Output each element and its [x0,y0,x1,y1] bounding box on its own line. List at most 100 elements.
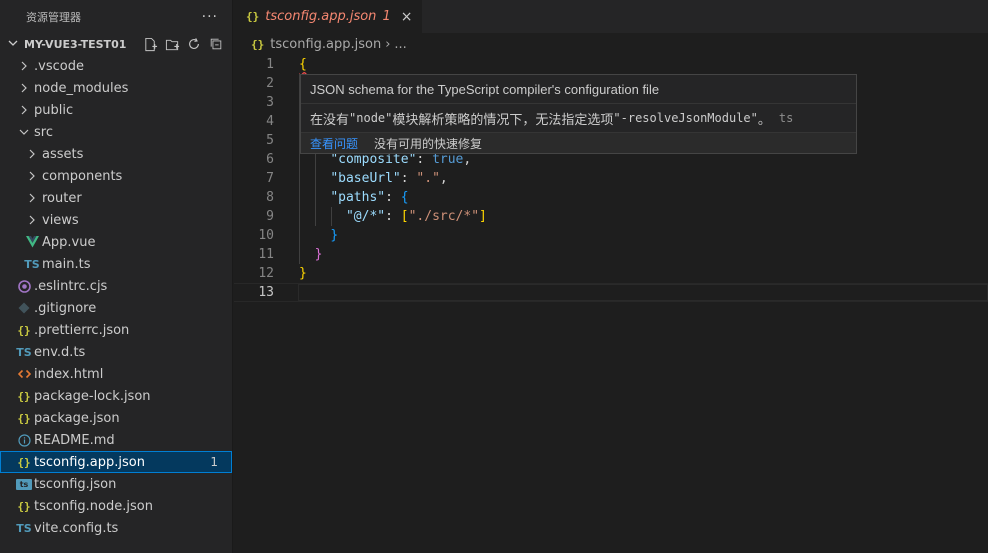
tree-item-label: env.d.ts [34,344,86,360]
collapse-all-icon[interactable] [208,36,224,52]
json-file-icon: {} [246,10,260,23]
no-quick-fix-label: 没有可用的快速修复 [374,136,483,151]
breadcrumb-symbols[interactable]: ... [394,37,406,52]
code-token: { [299,57,307,72]
code-token: [ [400,209,409,224]
code-token: , [463,152,472,167]
line-number: 9 [266,209,274,224]
code-line: 1{ [234,55,988,74]
chevron-right-icon[interactable] [24,171,40,181]
chevron-right-icon[interactable] [24,149,40,159]
chevron-right-icon[interactable] [16,61,32,71]
file-item[interactable]: {} .prettierrc.json [0,319,232,341]
tree-item-label: vite.config.ts [34,520,119,536]
line-content: "baseUrl": ".", [299,171,447,186]
file-item[interactable]: {} tsconfig.node.json [0,495,232,517]
code-token: "./src/*" [408,209,480,224]
tree-item-label: public [34,102,74,118]
line-number: 8 [266,190,274,205]
code-token: : [385,190,401,205]
file-item[interactable]: App.vue [0,231,232,253]
folder-item[interactable]: views [0,209,232,231]
folder-item[interactable]: public [0,99,232,121]
tab-tsconfig-app-json[interactable]: {} tsconfig.app.json 1 × [234,0,423,33]
refresh-icon[interactable] [186,36,202,52]
tree-item-label: .prettierrc.json [34,322,130,338]
tree-item-label: README.md [34,432,115,448]
code-token: } [314,247,323,262]
json-file-icon: {} [17,455,31,469]
file-item[interactable]: .gitignore [0,297,232,319]
code-line: 13 [234,283,988,302]
file-item[interactable]: TS vite.config.ts [0,517,232,539]
code-token: : [385,209,401,224]
code-token: "paths" [330,190,386,205]
file-item[interactable]: {} tsconfig.app.json 1 [0,451,232,473]
folder-item[interactable]: node_modules [0,77,232,99]
file-item[interactable]: index.html [0,363,232,385]
tree-item-label: .eslintrc.cjs [34,278,108,294]
breadcrumb-separator: › [385,36,391,52]
msg-text: 。 [757,111,771,127]
folder-item[interactable]: router [0,187,232,209]
chevron-right-icon[interactable] [16,105,32,115]
chevron-right-icon[interactable] [24,193,40,203]
file-item[interactable]: .eslintrc.cjs [0,275,232,297]
new-folder-icon[interactable] [164,36,180,52]
file-tree: .vscode node_modulespublic src assets compon… [0,55,232,539]
file-item[interactable]: {} package-lock.json [0,385,232,407]
file-item[interactable]: TS main.ts [0,253,232,275]
folder-item[interactable]: .vscode [0,55,232,77]
json-file-icon: {} [17,389,31,403]
hover-widget: JSON schema for the TypeScript compiler'… [300,74,857,154]
explorer-title: 资源管理器 [26,10,81,24]
breadcrumb-file[interactable]: tsconfig.app.json [270,37,381,52]
problem-badge: 1 [210,455,218,469]
folder-item[interactable]: assets [0,143,232,165]
tree-item-label: tsconfig.app.json [34,454,145,470]
workspace-section-header[interactable]: MY-VUE3-TEST01 [0,33,232,55]
code-token: : [416,152,433,167]
line-content: } [299,247,323,262]
line-number: 10 [258,228,274,243]
chevron-right-icon[interactable] [24,215,40,225]
code-token: : [400,171,417,186]
code-line: 10 } [234,226,988,245]
git-file-icon [16,302,32,314]
code-token: "." [416,171,440,186]
explorer-actions [142,36,224,52]
code-token: "composite" [330,152,417,167]
file-item[interactable]: {} package.json [0,407,232,429]
chevron-down-icon [8,38,24,51]
folder-item[interactable]: src [0,121,232,143]
more-actions-icon[interactable]: ··· [202,9,218,25]
file-item[interactable]: README.md [0,429,232,451]
file-item[interactable]: ts tsconfig.json [0,473,232,495]
folder-item[interactable]: components [0,165,232,187]
msg-code: "node" [349,111,393,125]
hover-title: JSON schema for the TypeScript compiler'… [301,75,856,104]
vue-file-icon [24,236,40,248]
problem-count: 1 [382,9,391,24]
line-content: "composite": true, [299,152,471,167]
line-number: 4 [266,114,274,129]
chevron-right-icon[interactable] [16,83,32,93]
line-content: } [299,228,338,243]
tree-item-label: index.html [34,366,104,382]
eslint-file-icon [16,279,32,293]
line-number: 13 [258,285,274,300]
file-item[interactable]: TS env.d.ts [0,341,232,363]
close-icon[interactable]: × [401,9,413,25]
line-content: "@/*": ["./src/*"] [299,209,487,224]
view-problem-link[interactable]: 查看问题 [310,135,358,152]
indent-guide [315,150,316,226]
new-file-icon[interactable] [142,36,158,52]
indent-guide [331,207,332,226]
chevron-down-icon[interactable] [16,127,32,137]
info-file-icon [16,433,32,447]
code-token: ] [479,209,487,224]
tree-item-label: package-lock.json [34,388,151,404]
ts-file-icon: TS [16,345,32,359]
